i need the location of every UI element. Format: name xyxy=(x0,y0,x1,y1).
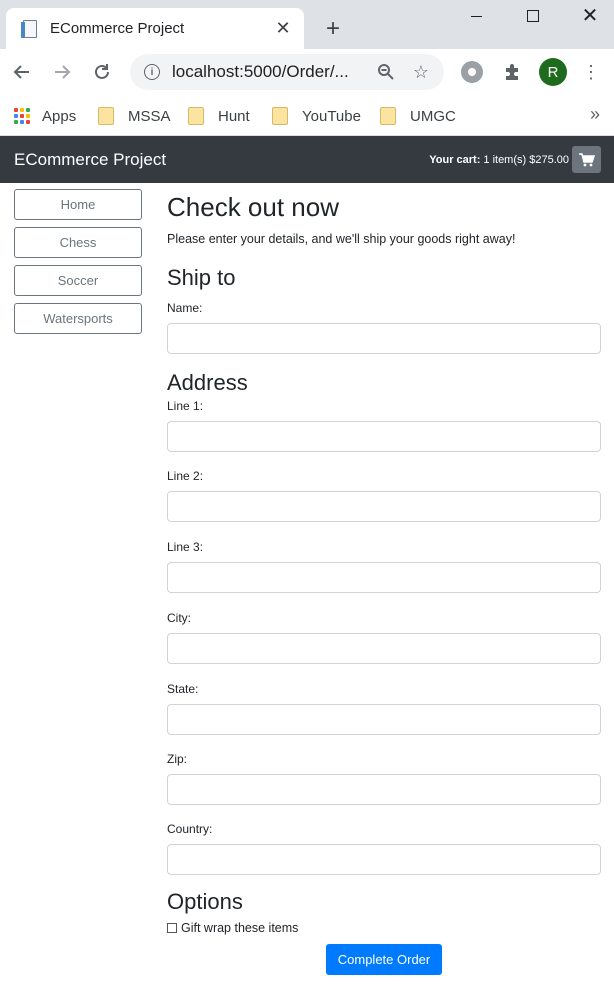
cart-icon xyxy=(578,152,595,166)
zip-label: Zip: xyxy=(167,752,188,766)
options-heading: Options xyxy=(167,889,243,914)
bookmark-label: Hunt xyxy=(218,107,250,125)
zip-field[interactable] xyxy=(167,774,601,805)
line3-field[interactable] xyxy=(167,562,601,593)
browser-menu-icon[interactable]: ⋮ xyxy=(580,61,602,83)
extension-icon[interactable] xyxy=(461,61,483,83)
reload-icon[interactable] xyxy=(89,59,115,85)
giftwrap-option[interactable]: Gift wrap these items xyxy=(167,921,601,935)
profile-avatar[interactable]: R xyxy=(539,58,567,86)
browser-tabstrip: ECommerce Project ✕ + ✕ xyxy=(0,0,614,49)
bookmark-label: UMGC xyxy=(410,107,456,125)
checkout-instructions: Please enter your details, and we'll shi… xyxy=(167,232,516,246)
name-label: Name: xyxy=(167,301,203,315)
checkout-form: Check out now Please enter your details,… xyxy=(167,183,601,975)
line1-field[interactable] xyxy=(167,421,601,452)
city-label: City: xyxy=(167,611,191,625)
tab-title: ECommerce Project xyxy=(50,20,185,37)
maximize-window-icon[interactable] xyxy=(505,0,561,32)
page-favicon-icon xyxy=(21,19,39,39)
app-navbar: ECommerce Project Your cart: 1 item(s) $… xyxy=(0,136,614,183)
giftwrap-label[interactable]: Gift wrap these items xyxy=(181,921,298,935)
name-field[interactable] xyxy=(167,323,601,354)
bookmark-umgc[interactable]: UMGC xyxy=(380,105,456,127)
line3-label: Line 3: xyxy=(167,540,204,554)
giftwrap-checkbox[interactable] xyxy=(167,923,177,933)
cart-totals: 1 item(s) $275.00 xyxy=(483,153,569,166)
extensions-puzzle-icon[interactable] xyxy=(501,61,523,83)
cart-summary: Your cart: 1 item(s) $275.00 xyxy=(429,146,601,173)
zoom-icon[interactable] xyxy=(374,60,398,84)
city-field[interactable] xyxy=(167,633,601,664)
page-title: Check out now xyxy=(167,192,339,222)
site-info-icon[interactable]: i xyxy=(144,64,160,80)
close-tab-icon[interactable]: ✕ xyxy=(272,18,294,40)
new-tab-icon[interactable]: + xyxy=(320,15,346,42)
bookmark-label: MSSA xyxy=(128,107,171,125)
bookmark-youtube[interactable]: YouTube xyxy=(272,105,361,127)
bookmark-apps[interactable]: Apps xyxy=(14,105,76,127)
country-label: Country: xyxy=(167,822,213,836)
folder-icon xyxy=(380,107,396,125)
folder-icon xyxy=(188,107,204,125)
state-field[interactable] xyxy=(167,704,601,735)
cart-label: Your cart: xyxy=(429,153,481,166)
complete-order-button[interactable]: Complete Order xyxy=(326,944,442,975)
address-bar[interactable]: i localhost:5000/Order/... ☆ xyxy=(130,54,444,90)
state-label: State: xyxy=(167,682,199,696)
apps-grid-icon xyxy=(14,108,30,124)
line2-label: Line 2: xyxy=(167,469,204,483)
more-bookmarks-icon[interactable]: » xyxy=(590,104,600,125)
close-window-icon[interactable]: ✕ xyxy=(562,0,614,32)
browser-toolbar: i localhost:5000/Order/... ☆ R ⋮ xyxy=(0,49,614,96)
address-heading: Address xyxy=(167,370,248,395)
sidebar-item-home[interactable]: Home xyxy=(14,189,142,220)
bookmark-star-icon[interactable]: ☆ xyxy=(409,60,433,84)
sidebar-item-soccer[interactable]: Soccer xyxy=(14,265,142,296)
line2-field[interactable] xyxy=(167,491,601,522)
brand-title[interactable]: ECommerce Project xyxy=(14,150,166,170)
bookmark-hunt[interactable]: Hunt xyxy=(188,105,250,127)
forward-arrow-icon[interactable] xyxy=(49,59,75,85)
cart-button[interactable] xyxy=(572,146,601,173)
bookmark-label: Apps xyxy=(42,107,77,125)
country-field[interactable] xyxy=(167,844,601,875)
browser-tab[interactable]: ECommerce Project ✕ xyxy=(6,8,304,49)
ship-to-heading: Ship to xyxy=(167,265,236,290)
bookmark-label: YouTube xyxy=(302,107,361,125)
bookmark-mssa[interactable]: MSSA xyxy=(98,105,171,127)
folder-icon xyxy=(272,107,288,125)
folder-icon xyxy=(98,107,114,125)
page-content: Home Chess Soccer Watersports Check out … xyxy=(0,183,614,1003)
back-arrow-icon[interactable] xyxy=(9,59,35,85)
category-sidebar: Home Chess Soccer Watersports xyxy=(14,189,142,341)
bookmarks-bar: Apps MSSA Hunt YouTube UMGC » xyxy=(0,96,614,136)
sidebar-item-watersports[interactable]: Watersports xyxy=(14,303,142,334)
sidebar-item-chess[interactable]: Chess xyxy=(14,227,142,258)
url-text[interactable]: localhost:5000/Order/... xyxy=(172,62,374,82)
line1-label: Line 1: xyxy=(167,399,204,413)
minimize-window-icon[interactable] xyxy=(448,0,504,32)
